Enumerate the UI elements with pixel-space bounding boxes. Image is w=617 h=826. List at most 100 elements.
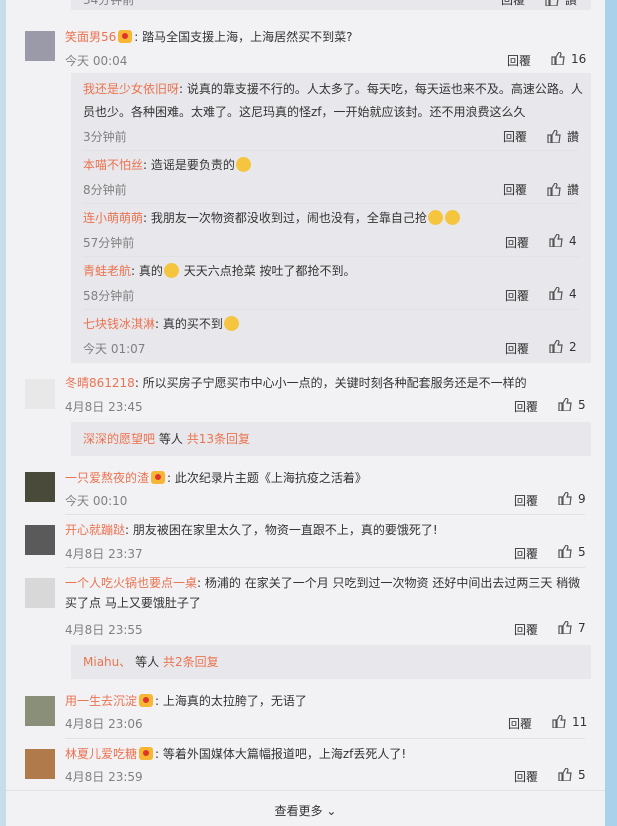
username[interactable]: 林夏儿爱吃糖 [65,747,137,761]
reply-button[interactable]: 回覆 [514,768,538,785]
reply-button[interactable]: 回覆 [514,398,538,415]
username[interactable]: 青蛙老航 [83,264,131,278]
thumb-up-icon [558,768,572,781]
username[interactable]: 深深的愿望吧 [83,432,155,446]
like-button[interactable]: 9 [558,492,586,506]
reply-body: 我朋友一次物资都没收到过，闹也没有，全靠自己抢 [150,211,427,225]
like-count: 4 [569,287,577,301]
comments-panel: 34分钟前 回覆 讚 笑面男56: 踏马全国支援上海，上海居然买不到菜? 今天 … [6,0,605,826]
username[interactable]: 开心就蹦跶 [65,523,125,537]
more-replies-link[interactable]: 共13条回复 [187,432,250,446]
thumb-up-icon [558,492,572,505]
comment-time: 4月8日 23:45 [65,400,143,414]
like-button[interactable]: 5 [558,398,586,412]
reply-button[interactable]: 回覆 [508,715,532,732]
like-count: 11 [572,715,588,729]
more-mid: 等人 [158,432,183,446]
comment-body: : 踏马全国支援上海，上海居然买不到菜? [134,30,353,44]
more-replies-bar[interactable]: 深深的愿望吧 等人 共13条回复 [71,422,591,456]
avatar[interactable] [25,578,55,608]
more-replies-link[interactable]: 共2条回复 [163,655,219,669]
emoji-icon [163,263,179,278]
view-more-button[interactable]: 查看更多 ⌄ [6,802,605,819]
reply-button[interactable]: 回覆 [514,492,538,509]
emoji-icon [427,210,443,225]
like-count: 5 [578,545,586,559]
comment-body: 此次纪录片主题《上海抗疫之活着》 [174,471,367,485]
like-count: 7 [578,621,586,635]
reply-button[interactable]: 回覆 [514,621,538,638]
reply-button[interactable]: 回覆 [505,234,529,251]
username[interactable]: 本喵不怕丝 [83,158,143,172]
username[interactable]: 笑面男56 [65,30,116,44]
reply-button[interactable]: 回覆 [501,0,525,8]
like-button[interactable]: 11 [552,715,587,729]
username[interactable]: Miahu、 [83,655,131,669]
like-button[interactable]: 讚 [547,128,579,145]
reply-body: 真的买不到 [162,317,223,331]
reply-text: 连小萌萌萌: 我朋友一次物资都没收到过，闹也没有，全靠自己抢 [83,207,583,230]
like-button[interactable]: 7 [558,621,586,635]
avatar[interactable] [25,696,55,726]
vip-badge-icon [151,471,166,484]
reply-text: 我还是少女依旧呀: 说真的靠支援不行的。人太多了。每天吃，每天运也来不及。高速公… [83,82,583,119]
username[interactable]: 连小萌萌萌 [83,211,143,225]
comment-body: 上海真的太拉胯了，无语了 [162,694,307,708]
like-button[interactable]: 2 [549,340,577,354]
avatar[interactable] [25,472,55,502]
like-button[interactable]: 4 [549,287,577,301]
reply-button[interactable]: 回覆 [503,181,527,198]
more-replies-text: 深深的愿望吧 等人 共13条回复 [83,422,250,456]
divider [65,738,585,739]
reply-text: 青蛙老航: 真的 天天六点抢菜 按吐了都抢不到。 [83,263,356,278]
reply-button[interactable]: 回覆 [503,128,527,145]
reply-button[interactable]: 回覆 [514,545,538,562]
like-label: 讚 [567,130,580,144]
vip-badge-icon [139,694,154,707]
avatar[interactable] [25,749,55,779]
thumb-up-icon [549,234,563,247]
like-button[interactable]: 16 [551,52,586,66]
like-count: 2 [569,340,577,354]
like-count: 4 [569,234,577,248]
reply-time: 34分钟前 [83,0,135,7]
like-button[interactable]: 讚 [545,0,577,8]
divider [6,790,605,791]
emoji-icon [223,316,239,331]
like-button[interactable]: 5 [558,545,586,559]
like-button[interactable]: 5 [558,768,586,782]
username[interactable]: 七块钱冰淇淋 [83,317,155,331]
more-replies-bar[interactable]: Miahu、 等人 共2条回复 [71,645,591,679]
thumb-up-icon [558,398,572,411]
comment-time: 4月8日 23:55 [65,623,143,637]
comment-body: 等着外国媒体大篇幅报道吧，上海zf丢死人了! [162,747,407,761]
more-mid: 等人 [135,655,160,669]
reply-button[interactable]: 回覆 [507,52,531,69]
vip-badge-icon [118,30,133,43]
username[interactable]: 我还是少女依旧呀 [83,82,179,96]
reply-body: 真的 [138,264,163,278]
thumb-up-icon [549,287,563,300]
reply-time: 57分钟前 [83,236,135,250]
emoji-icon [444,210,460,225]
vip-badge-icon [139,747,154,760]
reply-button[interactable]: 回覆 [505,340,529,357]
comment-body: 朋友被困在家里太久了，物资一直跟不上，真的要饿死了! [132,523,438,537]
avatar[interactable] [25,525,55,555]
thumb-up-icon [551,52,565,65]
username[interactable]: 冬晴861218 [65,376,135,390]
emoji-icon [235,157,251,172]
comment-text: 冬晴861218: 所以买房子宁愿买市中心小一点的，关键时刻各种配套服务还是不一… [65,376,527,390]
like-button[interactable]: 4 [549,234,577,248]
avatar[interactable] [25,379,55,409]
reply-button[interactable]: 回覆 [505,287,529,304]
thumb-up-icon [552,715,566,728]
like-button[interactable]: 讚 [547,181,579,198]
chevron-down-icon: ⌄ [326,804,337,818]
username[interactable]: 一个人吃火锅也要点一桌 [65,576,197,590]
like-label: 讚 [567,183,580,197]
reply-body: 天天六点抢菜 按吐了都抢不到。 [179,264,356,278]
username[interactable]: 一只爱熬夜的渣 [65,471,149,485]
avatar[interactable] [25,31,55,61]
username[interactable]: 用一生去沉淀 [65,694,137,708]
